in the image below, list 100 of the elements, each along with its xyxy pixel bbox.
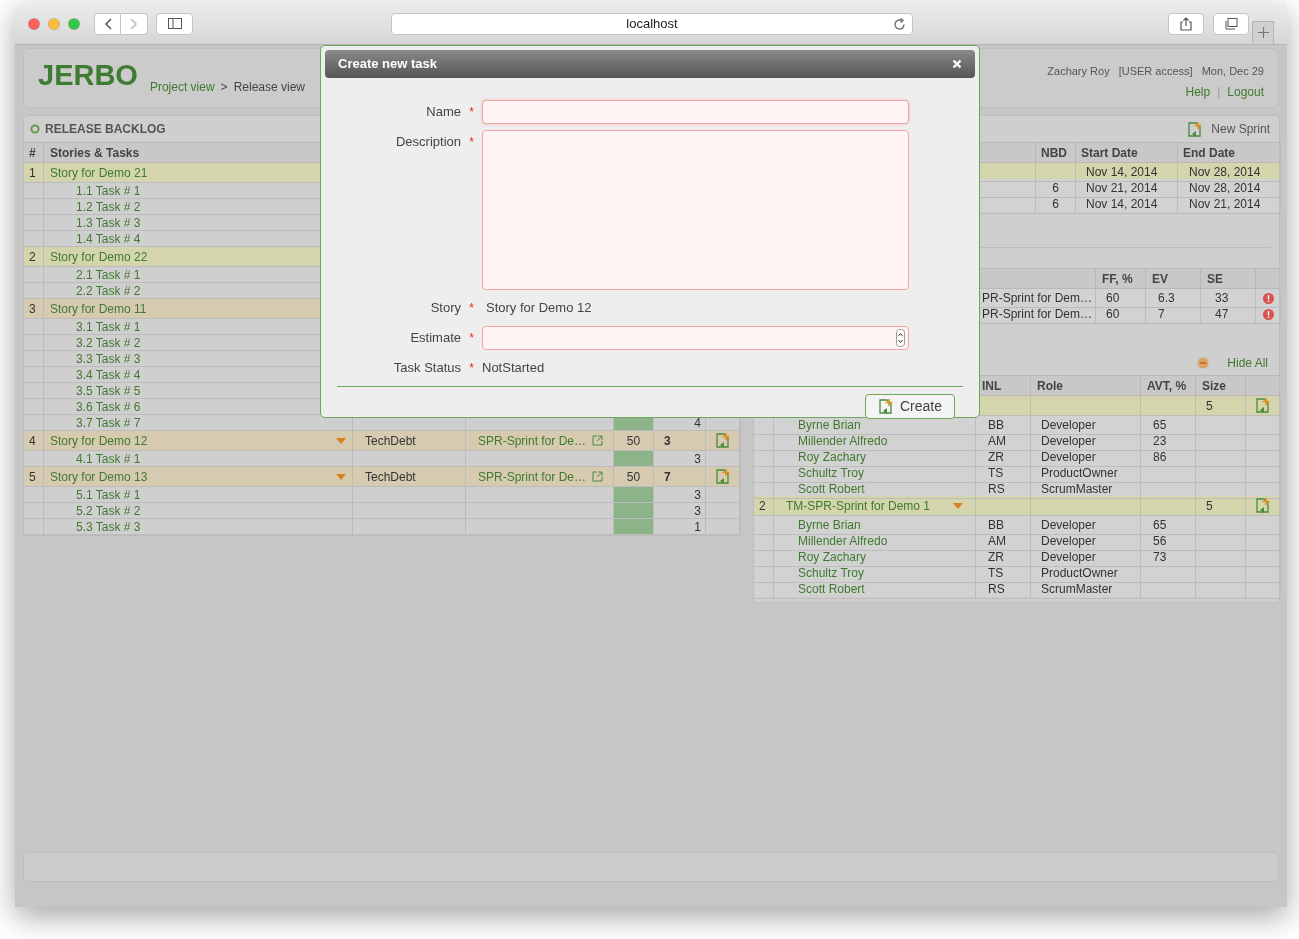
field-label: Name	[425, 103, 461, 121]
reload-icon	[893, 17, 906, 31]
new-tab-button[interactable]	[1252, 20, 1274, 45]
create-button[interactable]: Create	[864, 394, 955, 419]
row-number: 5	[24, 467, 44, 487]
task-link[interactable]: 1.2 Task # 2	[76, 199, 141, 214]
story-link[interactable]: Story for Demo 13	[50, 467, 148, 486]
required-mark: *	[468, 134, 475, 151]
column-header: FF, %	[1096, 269, 1146, 288]
column-header: #	[24, 143, 44, 162]
member-link[interactable]: Millender Alfredo	[798, 532, 888, 550]
task-link[interactable]: 3.3 Task # 3	[76, 351, 141, 366]
panel-title: RELEASE BACKLOG	[45, 121, 166, 138]
field-label: Task Status	[392, 359, 461, 377]
task-estimate: 3	[654, 503, 706, 519]
sprint-link[interactable]: SPR-Sprint for De…	[478, 431, 587, 450]
task-link[interactable]: 3.2 Task # 2	[76, 335, 141, 350]
user-name: Zachary Roy	[1047, 64, 1110, 79]
chevron-right-icon	[130, 17, 138, 30]
logout-link[interactable]: Logout	[1227, 82, 1264, 101]
sidebar-icon	[167, 18, 182, 29]
task-link[interactable]: 3.1 Task # 1	[76, 319, 141, 334]
task-link[interactable]: 1.4 Task # 4	[76, 231, 141, 246]
minus-icon	[1197, 357, 1210, 369]
minimize-icon	[48, 17, 60, 30]
add-document-icon	[877, 398, 894, 415]
field-value: NotStarted	[482, 359, 545, 377]
address-bar[interactable]: localhost	[391, 12, 913, 35]
breadcrumb-link[interactable]: Project view	[149, 78, 215, 96]
ff-cell: 60	[1096, 305, 1146, 324]
tabs-button[interactable]	[1213, 12, 1249, 35]
task-link[interactable]: 3.7 Task # 7	[76, 415, 141, 430]
current-date: Mon, Dec 29	[1201, 64, 1264, 79]
required-mark: *	[468, 104, 475, 121]
column-header: SE	[1201, 269, 1256, 288]
story-row[interactable]: 4 Story for Demo 12 TechDebt SPR-Sprint for De… 50 3	[24, 431, 739, 451]
task-link[interactable]: 3.5 Task # 5	[76, 383, 141, 398]
close-button[interactable]	[952, 59, 962, 69]
task-link[interactable]: 5.2 Task # 2	[76, 503, 141, 518]
member-link[interactable]: Byrne Brian	[798, 416, 861, 434]
field-label: Estimate	[409, 329, 461, 347]
field-label: Story	[429, 299, 461, 317]
member-link[interactable]: Roy Zachary	[798, 548, 867, 566]
story-type: TechDebt	[353, 467, 466, 487]
story-link[interactable]: Story for Demo 22	[50, 247, 148, 266]
member-link[interactable]: Roy Zachary	[798, 448, 867, 466]
member-link[interactable]: Scott Robert	[798, 480, 865, 498]
task-link[interactable]: 3.4 Task # 4	[76, 367, 141, 382]
close-icon	[952, 59, 962, 69]
tabs-icon	[1224, 17, 1238, 30]
team-link[interactable]: TM-SPR-Sprint for Demo 1	[786, 496, 931, 515]
member-link[interactable]: Schultz Troy	[798, 464, 865, 482]
sidebar-button[interactable]	[156, 12, 193, 35]
member-link[interactable]: Byrne Brian	[798, 516, 861, 534]
member-link[interactable]: Scott Robert	[798, 580, 865, 598]
field-label: Description	[394, 133, 461, 151]
story-link[interactable]: Story for Demo 11	[50, 299, 147, 318]
sprint-link[interactable]: SPR-Sprint for De…	[478, 467, 587, 486]
progress-cell	[614, 487, 654, 503]
task-link[interactable]: 1.1 Task # 1	[76, 183, 141, 198]
add-document-icon	[1187, 120, 1204, 138]
task-link[interactable]: 3.6 Task # 6	[76, 399, 141, 414]
nbd-cell: 6	[1036, 195, 1076, 214]
member-link[interactable]: Schultz Troy	[798, 564, 865, 582]
story-row[interactable]: 5 Story for Demo 13 TechDebt SPR-Sprint for De… 50 7	[24, 467, 739, 487]
task-link[interactable]: 2.1 Task # 1	[76, 267, 141, 282]
story-link[interactable]: Story for Demo 21	[50, 163, 148, 182]
add-member-icon[interactable]	[1255, 497, 1271, 514]
estimate-field[interactable]	[482, 326, 909, 350]
task-link[interactable]: 2.2 Task # 2	[76, 283, 141, 298]
field-value: Story for Demo 12	[485, 299, 592, 317]
task-link[interactable]: 5.1 Task # 1	[76, 487, 141, 502]
help-link[interactable]: Help	[1185, 82, 1211, 101]
team-row[interactable]: 2 TM-SPR-Sprint for Demo 1 5	[754, 496, 1279, 516]
add-task-icon[interactable]	[715, 468, 731, 485]
task-link[interactable]: 4.1 Task # 1	[76, 451, 141, 466]
story-link[interactable]: Story for Demo 12	[50, 431, 148, 450]
member-link[interactable]: Millender Alfredo	[798, 432, 888, 450]
task-link[interactable]: 1.3 Task # 3	[76, 215, 141, 230]
circle-icon	[30, 124, 40, 134]
estimate-total: 3	[654, 431, 706, 451]
add-task-icon[interactable]	[715, 432, 731, 449]
task-link[interactable]: 5.3 Task # 3	[76, 519, 141, 534]
share-button[interactable]	[1168, 12, 1204, 35]
initials-cell: RS	[976, 580, 1031, 599]
back-button[interactable]	[94, 12, 121, 35]
name-field[interactable]	[482, 100, 909, 124]
maximize-icon	[68, 17, 80, 30]
new-sprint-button[interactable]: New Sprint	[1187, 120, 1270, 138]
hide-all-link[interactable]: Hide All	[1227, 354, 1268, 372]
row-number: 2	[24, 247, 44, 267]
forward-button[interactable]	[121, 12, 148, 35]
link-separator: |	[1217, 83, 1221, 101]
logo[interactable]: JERBO	[38, 59, 138, 91]
ev-cell: 7	[1146, 305, 1201, 324]
add-member-icon[interactable]	[1255, 397, 1271, 414]
estimate-total: 7	[654, 467, 706, 487]
close-icon	[28, 17, 40, 30]
required-mark: *	[468, 360, 475, 377]
column-header: Start Date	[1076, 143, 1178, 162]
